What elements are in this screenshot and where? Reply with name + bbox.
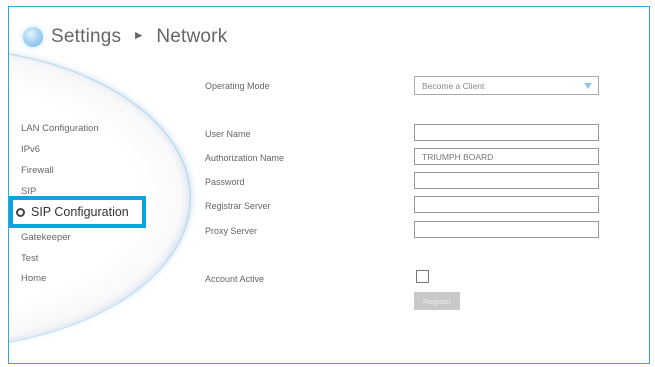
chevron-down-icon	[584, 82, 592, 89]
sidebar-item-test[interactable]: Test	[21, 253, 38, 264]
account-active-checkbox[interactable]	[416, 270, 429, 283]
breadcrumb: Settings ► Network	[51, 26, 227, 48]
registrar-server-label: Registrar Server	[205, 201, 271, 211]
account-active-label: Account Active	[205, 274, 265, 284]
authorization-name-label: Authorization Name	[205, 153, 285, 163]
authorization-name-field[interactable]	[414, 148, 599, 165]
breadcrumb-network: Network	[156, 26, 228, 47]
proxy-server-field[interactable]	[414, 221, 599, 238]
sidebar-item-gatekeeper[interactable]: Gatekeeper	[21, 232, 71, 243]
operating-mode-label: Operating Mode	[205, 81, 270, 91]
operating-mode-value: Become a Client	[422, 80, 485, 91]
proxy-server-label: Proxy Server	[205, 226, 258, 236]
settings-orb-icon	[23, 27, 43, 47]
page-header: Settings ► Network	[23, 21, 227, 53]
sidebar-item-firewall[interactable]: Firewall	[21, 165, 54, 176]
register-button[interactable]: Register	[414, 292, 460, 310]
sidebar-item-label: SIP Configuration	[31, 205, 129, 219]
user-name-field[interactable]	[414, 124, 599, 141]
sidebar-item-lan-configuration[interactable]: LAN Configuration	[21, 123, 99, 134]
breadcrumb-arrow-icon: ►	[132, 28, 145, 42]
user-name-label: User Name	[205, 129, 251, 139]
settings-window: Settings ► Network LAN Configuration IPv…	[8, 6, 650, 364]
sidebar-item-ipv6[interactable]: IPv6	[21, 144, 40, 155]
active-indicator-icon	[16, 207, 25, 217]
password-label: Password	[205, 177, 245, 187]
sidebar-item-home[interactable]: Home	[21, 273, 46, 284]
breadcrumb-settings[interactable]: Settings	[51, 26, 121, 47]
operating-mode-select[interactable]: Become a Client	[414, 76, 599, 95]
password-field[interactable]	[414, 172, 599, 189]
registrar-server-field[interactable]	[414, 196, 599, 213]
sidebar-item-sip-configuration[interactable]: SIP Configuration	[9, 196, 146, 228]
